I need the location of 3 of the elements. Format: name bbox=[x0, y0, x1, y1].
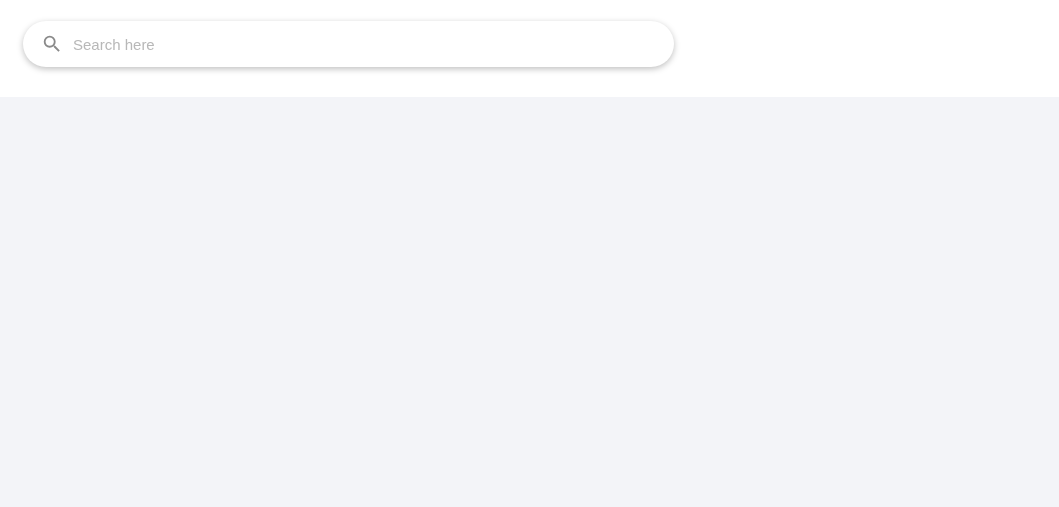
search-bar[interactable]: Search here bbox=[23, 21, 674, 67]
search-icon bbox=[41, 33, 63, 55]
search-field[interactable]: Search here bbox=[73, 33, 658, 55]
